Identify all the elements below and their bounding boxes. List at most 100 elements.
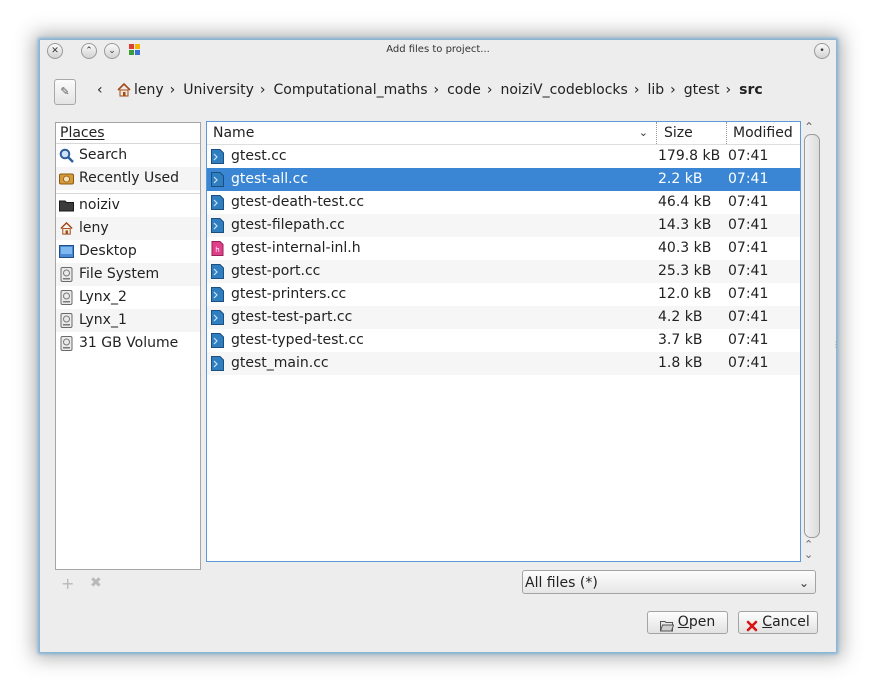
file-row[interactable]: gtest-all.cc 2.2 kB 07:41 — [207, 168, 800, 191]
place-label: File System — [79, 266, 160, 282]
place-noiziv[interactable]: noiziv — [56, 194, 200, 217]
file-modified: 07:41 — [728, 194, 769, 210]
crumb-separator: › — [433, 82, 440, 98]
cpp-file-icon — [210, 149, 225, 164]
file-size: 25.3 kB — [658, 263, 712, 279]
file-rows: gtest.cc 179.8 kB 07:41 gtest-all.cc 2.2 kB 0… — [207, 145, 800, 375]
file-row[interactable]: gtest-filepath.cc 14.3 kB 07:41 — [207, 214, 800, 237]
file-name: gtest_main.cc — [231, 355, 329, 371]
cancel-button[interactable]: Cancel — [738, 611, 818, 634]
file-row[interactable]: gtest_main.cc 1.8 kB 07:41 — [207, 352, 800, 375]
resize-grip-icon[interactable]: ⋮ — [832, 340, 840, 349]
file-list[interactable]: Name ⌄ Size Modified gtest.cc 179.8 kB 07:… — [206, 121, 801, 562]
window-menu-button[interactable]: • — [814, 43, 830, 59]
place-31gb-volume[interactable]: 31 GB Volume — [56, 332, 200, 355]
file-row[interactable]: gtest-printers.cc 12.0 kB 07:41 — [207, 283, 800, 306]
vertical-scrollbar[interactable] — [804, 134, 820, 538]
place-recently-used[interactable]: Recently Used — [56, 167, 200, 190]
drive-icon — [59, 267, 74, 282]
recent-icon — [59, 171, 74, 186]
file-modified: 07:41 — [728, 171, 769, 187]
file-size: 46.4 kB — [658, 194, 712, 210]
file-size: 12.0 kB — [658, 286, 712, 302]
scroll-down-arrows[interactable]: ⌃ ⌄ — [804, 539, 813, 560]
place-label: Lynx_1 — [79, 312, 127, 328]
title-bar: ✕ ⌃ ⌄ Add files to project... • — [40, 40, 836, 62]
file-name-cell: gtest-all.cc — [207, 168, 656, 191]
crumb-noiziv-codeblocks[interactable]: noiziV_codeblocks — [500, 82, 627, 98]
drive-icon — [59, 313, 74, 328]
path-back-button[interactable]: ‹ — [97, 82, 103, 98]
remove-place-button[interactable]: ✖ — [90, 575, 102, 591]
svg-text:h: h — [215, 246, 219, 254]
drive-icon — [59, 290, 74, 305]
file-name-cell: gtest-test-part.cc — [207, 306, 656, 329]
place-lynx-1[interactable]: Lynx_1 — [56, 309, 200, 332]
file-size: 1.8 kB — [658, 355, 703, 371]
edit-path-icon: ✎ — [60, 85, 70, 98]
crumb-university[interactable]: University — [183, 82, 254, 98]
cpp-file-icon — [210, 356, 225, 371]
place-leny[interactable]: leny — [56, 217, 200, 240]
file-modified: 07:41 — [728, 355, 769, 371]
place-search[interactable]: Search — [56, 144, 200, 167]
crumb-lib[interactable]: lib — [647, 82, 664, 98]
file-row[interactable]: h gtest-internal-inl.h 40.3 kB 07:41 — [207, 237, 800, 260]
file-row[interactable]: gtest-death-test.cc 46.4 kB 07:41 — [207, 191, 800, 214]
crumb-separator: › — [486, 82, 493, 98]
drive-icon — [59, 336, 74, 351]
crumb-computational-maths[interactable]: Computational_maths — [274, 82, 428, 98]
open-button-label: Open — [677, 614, 716, 630]
column-modified[interactable]: Modified — [726, 122, 798, 144]
file-size: 40.3 kB — [658, 240, 712, 256]
file-name: gtest-port.cc — [231, 263, 321, 279]
place-label: Desktop — [79, 243, 137, 259]
column-headers: Name ⌄ Size Modified — [207, 122, 800, 145]
open-button[interactable]: Open — [647, 611, 728, 634]
home-icon — [59, 221, 74, 236]
place-label: Lynx_2 — [79, 289, 127, 305]
place-label: 31 GB Volume — [79, 335, 179, 351]
add-place-button[interactable]: + — [61, 574, 74, 593]
place-desktop[interactable]: Desktop — [56, 240, 200, 263]
file-name-cell: gtest-filepath.cc — [207, 214, 656, 237]
chevron-down-icon: ⌄ — [798, 576, 809, 590]
edit-path-button[interactable]: ✎ — [54, 79, 76, 105]
file-name: gtest-all.cc — [231, 171, 309, 187]
file-name: gtest-typed-test.cc — [231, 332, 364, 348]
crumb-separator: › — [169, 82, 176, 98]
file-row[interactable]: gtest-test-part.cc 4.2 kB 07:41 — [207, 306, 800, 329]
file-name-cell: gtest-death-test.cc — [207, 191, 656, 214]
place-lynx-2[interactable]: Lynx_2 — [56, 286, 200, 309]
window-title: Add files to project... — [386, 44, 490, 55]
header-file-icon: h — [210, 241, 225, 256]
column-name[interactable]: Name ⌄ — [207, 122, 656, 144]
file-row[interactable]: gtest-typed-test.cc 3.7 kB 07:41 — [207, 329, 800, 352]
crumb-code[interactable]: code — [447, 82, 481, 98]
place-file-system[interactable]: File System — [56, 263, 200, 286]
file-size: 2.2 kB — [658, 171, 703, 187]
file-name: gtest-printers.cc — [231, 286, 347, 302]
file-size: 3.7 kB — [658, 332, 703, 348]
scroll-up-arrow[interactable]: ⌃ — [804, 120, 814, 134]
crumb-separator: › — [633, 82, 640, 98]
cpp-file-icon — [210, 310, 225, 325]
file-type-filter[interactable]: All files (*) ⌄ — [522, 570, 816, 594]
folder-icon — [59, 198, 74, 213]
places-panel: Places Search Recently Used noiziv leny — [55, 122, 201, 570]
chevron-down-icon: ⌄ — [638, 126, 648, 139]
crumb-current-src[interactable]: src — [739, 82, 763, 98]
crumb-leny[interactable]: leny — [134, 82, 164, 98]
filter-selected-value: All files (*) — [525, 575, 598, 591]
cpp-file-icon — [210, 264, 225, 279]
crumb-gtest[interactable]: gtest — [684, 82, 720, 98]
file-row[interactable]: gtest.cc 179.8 kB 07:41 — [207, 145, 800, 168]
column-size[interactable]: Size — [656, 122, 726, 144]
crumb-separator: › — [670, 82, 676, 98]
breadcrumb: leny › University › Computational_maths … — [116, 82, 769, 98]
places-header[interactable]: Places — [56, 123, 200, 144]
file-name: gtest-internal-inl.h — [231, 240, 361, 256]
file-row[interactable]: gtest-port.cc 25.3 kB 07:41 — [207, 260, 800, 283]
cancel-x-icon — [746, 617, 758, 631]
file-name: gtest-test-part.cc — [231, 309, 353, 325]
